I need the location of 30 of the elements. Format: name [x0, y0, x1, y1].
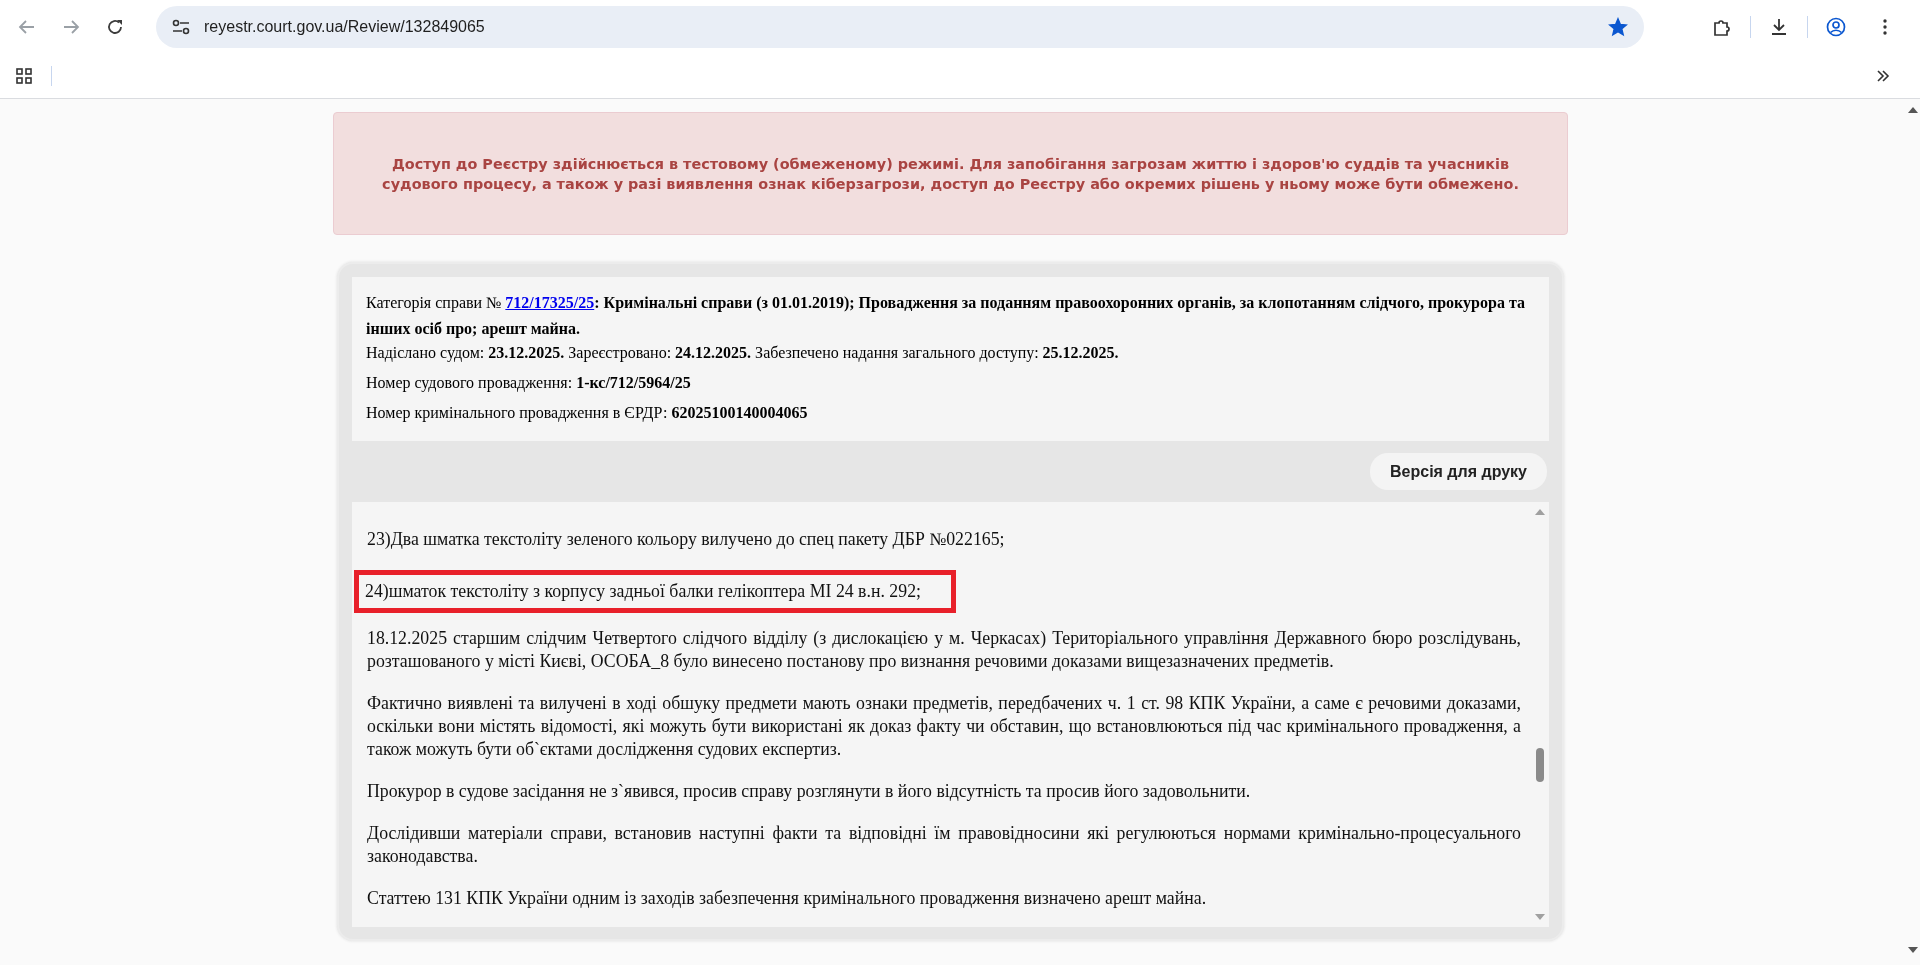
document-paragraph: 23)Два шматка текстоліту зеленого кольору вилучено до спец пакету ДБР №022165;: [366, 528, 1006, 551]
bookmark-star-icon[interactable]: [1608, 17, 1628, 37]
download-icon[interactable]: [1769, 17, 1789, 37]
profile-icon[interactable]: [1826, 17, 1846, 37]
url-text: reyestr.court.gov.ua/Review/132849065: [204, 18, 486, 36]
chevron-double-right-icon[interactable]: [1876, 69, 1890, 83]
notice-text: Доступ до Реєстру здійснюється в тестовому (обмеженому) режимі. Для запобігання загрозам життю і здоров'ю суддів та учасників судового процесу, а також у разі виявлення ознак кіберзагрози, доступ до Реєстру або окремих рішень у ньому може бути обмежено.: [381, 154, 1520, 194]
document-paragraph: Прокурор в судове засідання не з`явився, просив справу розглянути в його відсутність та просив його задовольнити.: [366, 780, 1252, 803]
document-paragraph: Статтею 131 КПК України одним із заходів забезпечення кримінального провадження визначено арешт майна.: [366, 887, 1208, 910]
page-scroll-up-icon[interactable]: [1908, 107, 1918, 113]
apps-grid-icon[interactable]: [15, 67, 33, 85]
menu-icon[interactable]: [1882, 18, 1888, 36]
document-paragraph: Фактично виявлені та вилучені в ході обшуку предмети мають ознаки предметів, передбачених ч. 1 ст. 98 КПК України, а саме є речовими доказами, оскільки вони містять відомості, які можуть бути використані як доказ факту чи обставин, що встановлюються під час кримінального провадження, а також можуть бути об`єктами дослідження судових експертиз.: [366, 692, 1522, 761]
document-paragraph: Дослідивши матеріали справи, встановив наступні факти та відповідні їм правовідносини які регулюються нормами кримінально-процесуального законодавства.: [366, 822, 1522, 868]
case-category-text: Категорія справи № 712/17325/25: Кримінальні справи (з 01.01.2019); Провадження за поданням правоохоронних органів, за клопотанням слідчого, прокурора та інших осіб про; арешт майна.: [366, 293, 1526, 340]
document-paragraph: 18.12.2025 старшим слідчим Четвертого слідчого відділу (з дислокацією у м. Черкасах) Територіального управління Державного бюро розслідувань, розташованого у місті Києві, ОСОБА_8 було винесено постанову про визнання речовими доказами вищезазначених предметів.: [366, 627, 1522, 673]
address-bar[interactable]: reyestr.court.gov.ua/Review/132849065: [156, 6, 1644, 48]
case-info-line: Надіслано судом: 23.12.2025. Зареєстровано: 24.12.2025. Забезпечено надання загального доступу: 25.12.2025.: [366, 343, 1120, 363]
reload-icon[interactable]: [106, 18, 124, 36]
forward-icon[interactable]: [62, 18, 80, 36]
site-settings-icon[interactable]: [172, 19, 190, 35]
document-paragraph: 24)шматок текстоліту з корпусу задньої балки гелікоптера МІ 24 в.н. 292;: [354, 570, 956, 613]
print-version-button[interactable]: Версія для друку: [1370, 453, 1547, 490]
scrollbar-thumb[interactable]: [1536, 748, 1544, 782]
back-icon[interactable]: [18, 18, 36, 36]
extensions-icon[interactable]: [1712, 17, 1732, 37]
case-info-line: Номер судового провадження: 1-кс/712/5964/25: [366, 373, 692, 393]
page-scroll-down-icon[interactable]: [1908, 947, 1918, 953]
case-info-line: Номер кримінального провадження в ЄРДР: 62025100140004065: [366, 403, 809, 423]
case-number-link[interactable]: 712/17325/25: [505, 294, 595, 311]
